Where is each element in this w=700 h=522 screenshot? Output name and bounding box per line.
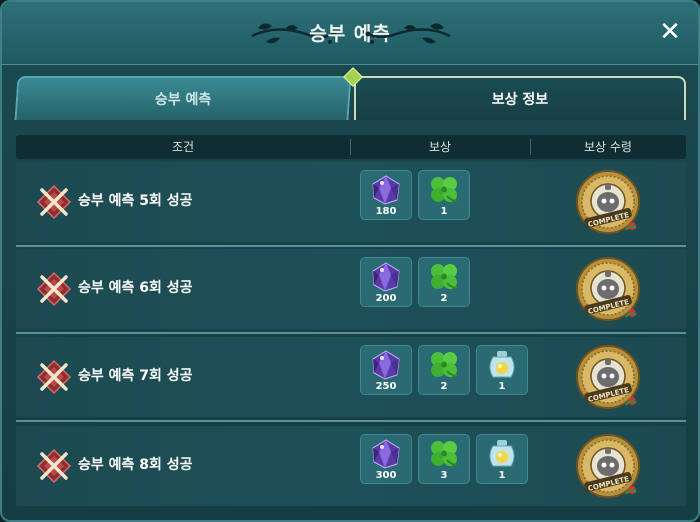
complete-medal-icon[interactable]: COMPLETE	[574, 432, 642, 500]
tab-bar: 승부 예측 보상 정보	[14, 67, 686, 120]
close-icon: ✕	[659, 17, 681, 47]
window-title: 승부 예측	[309, 23, 391, 45]
header-reward: 보상	[428, 140, 452, 154]
crossed-out-diamond-icon	[36, 359, 72, 395]
condition-label: 승부 예측 7회 성공	[78, 368, 193, 384]
header-claim: 보상 수령	[584, 140, 632, 154]
crossed-out-diamond-icon	[36, 184, 72, 220]
reward-slot-clover[interactable]: 2	[418, 257, 470, 307]
reward-quantity: 2	[440, 381, 448, 392]
row-divider	[16, 420, 686, 422]
reward-row: 승부 예측 6회 성공 200 2 COMPLETE	[16, 249, 686, 329]
header-condition: 조건	[171, 140, 195, 154]
reward-quantity: 1	[440, 206, 448, 217]
reward-slot-clover[interactable]: 1	[418, 170, 470, 220]
crossed-out-diamond-icon	[36, 271, 72, 307]
complete-medal-icon[interactable]: COMPLETE	[574, 255, 642, 323]
reward-slot-crystal[interactable]: 250	[360, 345, 412, 395]
tab-label: 승부 예측	[154, 92, 212, 108]
reward-quantity: 200	[375, 293, 397, 304]
reward-slot-potion[interactable]: 1	[476, 345, 528, 395]
reward-slot-crystal[interactable]: 180	[360, 170, 412, 220]
tab-prediction[interactable]: 승부 예측	[14, 76, 352, 120]
leaf-ornament-icon	[365, 23, 451, 44]
reward-slot-crystal[interactable]: 300	[360, 434, 412, 484]
reward-quantity: 3	[440, 470, 448, 481]
tab-label: 보상 정보	[491, 92, 549, 108]
reward-quantity: 1	[498, 470, 506, 481]
reward-quantity: 1	[498, 381, 506, 392]
condition-label: 승부 예측 5회 성공	[78, 193, 193, 209]
row-divider	[16, 332, 686, 334]
prediction-window: 승부 예측 ✕ 승부 예측 보상 정보 조건 보상 보상 수령 승부 예측 5회…	[0, 0, 700, 522]
complete-medal-icon[interactable]: COMPLETE	[574, 168, 642, 236]
title-bar: 승부 예측 ✕	[2, 2, 698, 65]
reward-quantity: 300	[375, 470, 397, 481]
complete-medal-icon[interactable]: COMPLETE	[574, 343, 642, 411]
reward-quantity: 180	[375, 206, 397, 217]
table-header: 조건 보상 보상 수령	[16, 135, 686, 159]
condition-label: 승부 예측 8회 성공	[78, 457, 193, 473]
tab-reward-info[interactable]: 보상 정보	[354, 76, 686, 120]
reward-slot-crystal[interactable]: 200	[360, 257, 412, 307]
reward-quantity: 250	[375, 381, 397, 392]
row-divider	[16, 245, 686, 247]
reward-slot-clover[interactable]: 2	[418, 345, 470, 395]
reward-row: 승부 예측 8회 성공 300 3 1 COMPLETE	[16, 426, 686, 506]
condition-label: 승부 예측 6회 성공	[78, 280, 193, 296]
reward-row: 승부 예측 5회 성공 180 1 COMPLETE	[16, 162, 686, 242]
reward-slot-potion[interactable]: 1	[476, 434, 528, 484]
reward-slot-clover[interactable]: 3	[418, 434, 470, 484]
reward-quantity: 2	[440, 293, 448, 304]
reward-row: 승부 예측 7회 성공 250 2 1 COMPLETE	[16, 337, 686, 417]
crossed-out-diamond-icon	[36, 448, 72, 484]
close-button[interactable]: ✕	[652, 14, 688, 50]
